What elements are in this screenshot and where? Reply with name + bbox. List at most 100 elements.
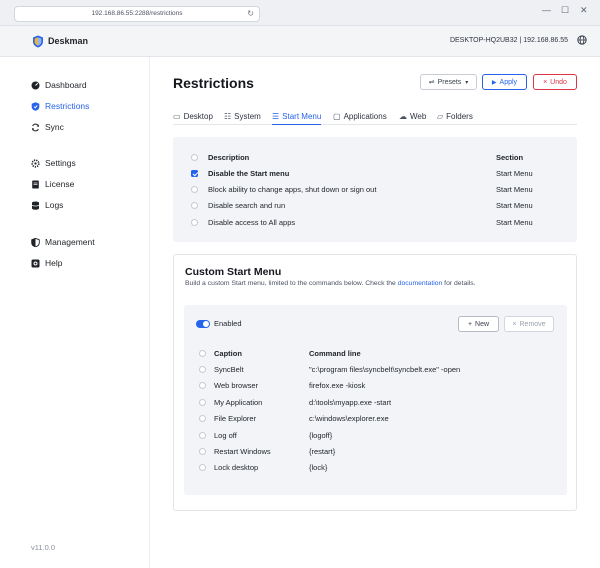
row-command: {restart} <box>309 447 336 456</box>
tab-web[interactable]: ☁ Web <box>399 108 426 125</box>
tab-start-menu[interactable]: ☰ Start Menu <box>272 108 322 125</box>
close-x-icon: × <box>512 320 517 328</box>
globe-icon[interactable] <box>577 35 587 45</box>
version-label: v11.0.0 <box>31 543 56 552</box>
remove-button[interactable]: × Remove <box>504 316 554 332</box>
row-checkbox[interactable] <box>199 463 206 471</box>
row-caption: Web browser <box>214 381 259 390</box>
row-command: {lock} <box>309 463 328 472</box>
toggle-knob <box>203 321 209 327</box>
row-section: Start Menu <box>496 200 533 210</box>
sidebar-item-dashboard[interactable]: Dashboard <box>31 78 87 92</box>
row-section: Start Menu <box>496 217 533 227</box>
select-all-checkbox[interactable] <box>191 153 198 161</box>
table-row[interactable]: Block ability to change apps, shut down … <box>173 181 577 197</box>
sidebar-item-label: Dashboard <box>45 80 87 90</box>
sidebar-item-license[interactable]: License <box>31 177 74 191</box>
new-label: New <box>475 320 490 328</box>
documentation-link[interactable]: documentation <box>398 280 443 287</box>
table-row[interactable]: Disable the Start menu Start Menu <box>173 165 577 181</box>
sidebar-item-label: Management <box>45 237 95 247</box>
sidebar-item-restrictions[interactable]: Restrictions <box>31 99 89 113</box>
close-icon[interactable]: ✕ <box>580 5 588 16</box>
row-checkbox[interactable] <box>191 185 198 193</box>
table-row[interactable]: Disable access to All apps Start Menu <box>173 214 577 230</box>
sidebar-item-help[interactable]: Help <box>31 256 62 270</box>
url-path: /restrictions <box>149 10 183 17</box>
presets-label: Presets <box>437 78 462 86</box>
sidebar: Dashboard Restrictions Sync Settings Lic… <box>0 57 150 568</box>
tab-desktop[interactable]: ▭ Desktop <box>173 108 213 125</box>
sidebar-item-sync[interactable]: Sync <box>31 120 64 134</box>
row-caption: My Application <box>214 398 263 407</box>
play-icon: ▶ <box>491 79 497 86</box>
row-checkbox[interactable] <box>191 201 198 209</box>
table-row[interactable]: My Application d:\tools\myapp.exe -start <box>184 394 567 410</box>
apply-label: Apply <box>499 78 518 86</box>
tab-folders[interactable]: ▱ Folders <box>437 108 473 125</box>
row-checkbox[interactable] <box>199 381 206 389</box>
row-checkbox[interactable] <box>199 414 206 422</box>
row-command: {logoff} <box>309 431 333 440</box>
enabled-toggle[interactable] <box>196 320 210 328</box>
row-checkbox[interactable] <box>191 218 198 226</box>
close-x-icon: × <box>543 78 548 86</box>
row-command: d:\tools\myapp.exe -start <box>309 398 392 407</box>
start-menu-icon: ☰ <box>272 111 280 121</box>
row-checkbox[interactable] <box>191 169 198 177</box>
tab-label: Web <box>410 112 427 121</box>
custom-menu-table: Enabled + New × Remove Caption Command l… <box>184 305 567 495</box>
table-row[interactable]: Disable search and run Start Menu <box>173 197 577 213</box>
tab-label: Folders <box>446 112 473 121</box>
select-all-checkbox[interactable] <box>199 349 206 357</box>
tab-applications[interactable]: ▢ Applications <box>333 108 387 125</box>
minimize-icon[interactable]: — <box>542 5 551 15</box>
license-icon <box>32 180 39 188</box>
undo-button[interactable]: × Undo <box>533 74 577 90</box>
gear-icon <box>31 158 40 168</box>
brand-name: Deskman <box>48 36 89 46</box>
sidebar-item-label: Restrictions <box>45 101 90 111</box>
row-caption: Lock desktop <box>214 463 259 472</box>
row-checkbox[interactable] <box>199 431 206 439</box>
row-section: Start Menu <box>496 168 533 178</box>
row-description: Disable access to All apps <box>208 217 296 227</box>
row-checkbox[interactable] <box>199 365 206 373</box>
row-section: Start Menu <box>496 184 533 194</box>
table-row[interactable]: Lock desktop {lock} <box>184 459 567 475</box>
maximize-icon[interactable]: ☐ <box>561 5 569 16</box>
table-row[interactable]: Web browser firefox.exe -kiosk <box>184 377 567 393</box>
row-caption: File Explorer <box>214 414 257 423</box>
host-info: DESKTOP-HQ2UB32 | 192.168.86.55 <box>449 37 568 44</box>
row-command: firefox.exe -kiosk <box>309 381 366 390</box>
address-bar[interactable]: 192.168.86.55:2288/restrictions ↻ <box>14 6 260 22</box>
tab-system[interactable]: ☷ System <box>224 108 261 125</box>
row-description: Block ability to change apps, shut down … <box>208 184 377 194</box>
table-row[interactable]: Log off {logoff} <box>184 427 567 443</box>
row-checkbox[interactable] <box>199 447 206 455</box>
table-row[interactable]: SyncBelt "c:\program files\syncbelt\sync… <box>184 361 567 377</box>
sidebar-item-settings[interactable]: Settings <box>31 156 76 170</box>
sidebar-item-management[interactable]: Management <box>31 235 95 249</box>
row-command: c:\windows\explorer.exe <box>309 414 389 423</box>
table-header: Caption Command line <box>184 345 567 361</box>
row-description: Disable the Start menu <box>208 168 290 178</box>
remove-label: Remove <box>519 320 546 328</box>
new-button[interactable]: + New <box>458 316 499 332</box>
tab-label: Desktop <box>183 112 213 121</box>
table-row[interactable]: File Explorer c:\windows\explorer.exe <box>184 410 567 426</box>
reload-icon[interactable]: ↻ <box>247 7 254 21</box>
row-checkbox[interactable] <box>199 398 206 406</box>
presets-button[interactable]: ⇌ Presets ▾ <box>420 74 477 90</box>
shield-logo-icon <box>33 35 43 48</box>
browser-chrome: 192.168.86.55:2288/restrictions ↻ — ☐ ✕ <box>0 0 600 26</box>
enabled-label: Enabled <box>214 319 242 328</box>
sidebar-item-logs[interactable]: Logs <box>31 198 63 212</box>
apply-button[interactable]: ▶ Apply <box>482 74 527 90</box>
row-caption: Log off <box>214 431 237 440</box>
description-text: Build a custom Start menu, limited to th… <box>185 280 398 287</box>
section-header: Section <box>496 152 524 162</box>
table-row[interactable]: Restart Windows {restart} <box>184 443 567 459</box>
tab-label: System <box>234 112 261 121</box>
command-header: Command line <box>309 349 361 358</box>
